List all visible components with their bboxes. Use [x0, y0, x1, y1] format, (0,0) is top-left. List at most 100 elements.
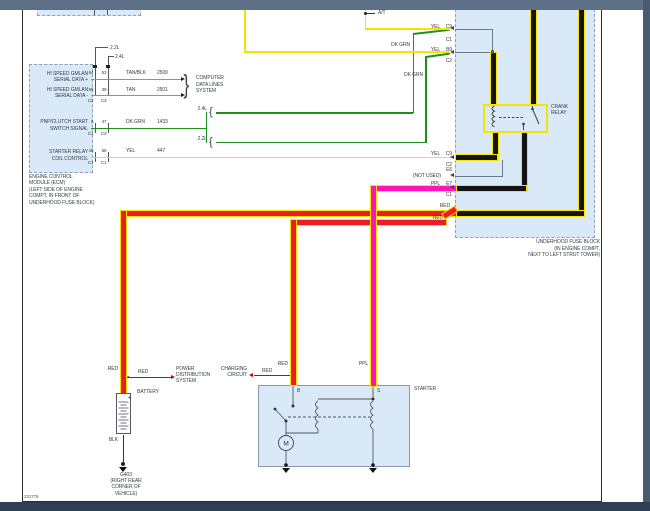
- term-b9-wire: YEL: [430, 46, 440, 53]
- term-c9low-wire: YEL: [430, 150, 440, 157]
- wire-label-red-batt: RED: [107, 366, 118, 372]
- pin-6: 6: [91, 118, 94, 124]
- fb-ylwblk-e7-h: [455, 184, 527, 192]
- wire-tanblk: [91, 78, 181, 80]
- wire-color-row4: YEL: [126, 148, 136, 154]
- wire-label-ppl: PPL: [358, 360, 368, 367]
- fb-junction-dot: [490, 50, 495, 54]
- wire-dkgrn-24: [216, 112, 413, 114]
- conn-c1-row4b: C1: [100, 159, 107, 165]
- wire-dkgrn-22-v: [425, 56, 427, 143]
- terminal-arrow-e7: [450, 185, 454, 190]
- callout-22-v: [94, 47, 96, 65]
- ground-arrow-starter-solenoid: [369, 467, 377, 473]
- fb-ylwblk-e7-v: [520, 131, 528, 192]
- callout-24-v: [107, 56, 109, 65]
- g403-caption-1: G403: [120, 471, 132, 478]
- crank-relay-label-2: RELAY: [551, 110, 567, 116]
- circuit-row3: 1433: [157, 118, 168, 125]
- callout-22-h: [94, 47, 108, 48]
- connector-square-1: [93, 65, 97, 68]
- ecm-signal-1b: SERIAL DATA +: [53, 77, 88, 83]
- circuit-row1: 2500: [157, 70, 168, 76]
- conn-c1-row3: C1: [87, 130, 94, 136]
- g403-caption-2: (RIGHT REAR: [110, 477, 142, 484]
- ecm-caption-3: (LEFT SIDE OF ENGINE: [29, 186, 83, 193]
- wire-tan: [91, 94, 181, 96]
- wire-label-blk: BLK: [108, 437, 118, 443]
- term-e6-id: E6: [446, 166, 452, 173]
- diagram-viewer: { "window": { "diagram_number": "231776"…: [0, 0, 650, 511]
- crank-relay-label-1: CRANK: [551, 103, 569, 110]
- wire-red-battery-h: [120, 209, 457, 217]
- wire-red-charging-v: [290, 218, 297, 386]
- starter-terminal-b: B: [297, 387, 301, 394]
- cdl-label-2: DATA LINES: [196, 81, 224, 88]
- pin-39: 39: [101, 86, 107, 92]
- cdl-label-3: SYSTEM: [196, 88, 216, 94]
- pin-46: 46: [88, 148, 94, 153]
- wire-label-dkgrn-2: DK GRN: [404, 71, 423, 78]
- fb-gray-b9: [455, 51, 493, 53]
- terminal-arrow-c9low: [450, 154, 454, 159]
- g403-caption-3: CORNER OF: [111, 484, 141, 491]
- wire-dkgrn-22: [216, 141, 426, 144]
- battery-symbol: +: [116, 393, 132, 434]
- fuse-block-caption-3: NEXT TO LEFT STRUT TOWER): [528, 252, 600, 258]
- starter-terminal-s: S: [377, 387, 381, 394]
- top-chrome-bar: [0, 0, 650, 10]
- right-chrome-strip: [643, 0, 650, 511]
- branch-22-label: 2.2L: [197, 136, 207, 142]
- wire-dkgrn-main: [91, 127, 207, 129]
- ecm-caption-4: COMPT, IN FRONT OF: [29, 193, 80, 200]
- wire-label-red-lower: RED: [432, 214, 443, 221]
- conn-c3-row2: C3: [100, 97, 107, 103]
- connector-square-2: [106, 65, 110, 68]
- terminal-arrow-b9: [450, 49, 454, 54]
- crank-relay-box: [483, 104, 548, 133]
- callout-24-h: [107, 56, 114, 57]
- pin-47: 47: [101, 118, 107, 124]
- fb-ylwblk-red-h: [455, 209, 585, 217]
- wire-label-red-chg: RED: [262, 367, 273, 374]
- fb-gray-e6-v: [502, 160, 503, 176]
- conn-c2-row2: C2: [87, 97, 94, 103]
- brace-24: {: [209, 106, 213, 118]
- ecm-signal-4a: STARTER RELAY: [49, 149, 88, 155]
- chg-arrow: [249, 372, 253, 377]
- ecm-caption-5: UNDERHOOD FUSE BLOCK): [29, 199, 95, 206]
- wire-color-row1: TAN/BLK: [126, 70, 146, 76]
- pin-column-2: [107, 67, 109, 96]
- conn-c1-row4a: C1: [87, 159, 94, 165]
- fb-gray-c9: [455, 28, 493, 30]
- fb-gray-c9-v: [492, 28, 493, 53]
- ecm-signal-3b: SWITCH SIGNAL: [49, 125, 88, 132]
- wire-yel-top1-v: [244, 8, 246, 53]
- term-b9-conn: C2: [445, 58, 452, 64]
- conn-c3-row3: C3: [100, 130, 107, 136]
- wire-label-red-chg-vert: RED: [277, 360, 288, 367]
- fuse-block-caption-2: (IN ENGINE COMPT,: [554, 245, 600, 252]
- terminal-arrow-e6: [450, 173, 454, 178]
- term-e6-note: (NOT USED): [412, 172, 441, 179]
- g403-caption-4: VEHICLE): [114, 490, 138, 497]
- wire-blk: [122, 435, 125, 463]
- brace-22: {: [209, 136, 213, 148]
- at-label: A/T: [378, 10, 386, 16]
- charging-label-1: CHARGING: [220, 365, 247, 372]
- fb-ylwblk-coil-feed: [490, 52, 497, 106]
- wire-label-red-upper: RED: [439, 202, 450, 209]
- crank-relay-internals: [491, 106, 540, 130]
- wire-ppl-v: [370, 184, 377, 387]
- cdl-label-1: COMPUTER: [196, 75, 224, 81]
- pin-column-1: [94, 67, 96, 96]
- branch-24-label: 2.4L: [197, 106, 207, 112]
- starter-internals: M: [273, 386, 375, 467]
- ground-arrow-starter-motor: [282, 467, 290, 473]
- term-e7-conn: C1: [445, 191, 452, 198]
- pin-64: 64: [88, 70, 94, 75]
- pin-53: 53: [101, 70, 107, 75]
- starter-label: STARTER: [414, 386, 437, 392]
- term-c9top-conn: C1: [445, 37, 452, 43]
- battery-label: BATTERY: [137, 389, 159, 395]
